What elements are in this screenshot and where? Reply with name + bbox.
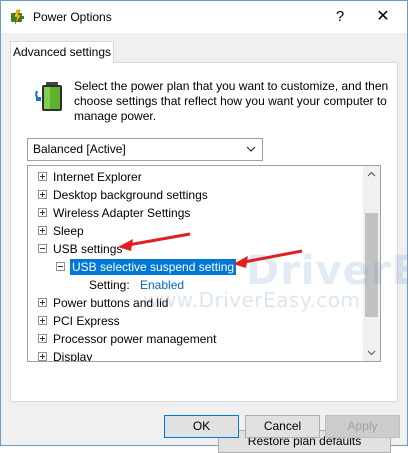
vertical-scrollbar[interactable]	[363, 166, 380, 361]
expand-plus-icon[interactable]	[38, 172, 47, 181]
battery-icon	[35, 82, 62, 111]
power-plan-select[interactable]: Balanced [Active]	[27, 138, 263, 161]
power-options-icon	[11, 9, 24, 25]
scrollbar-thumb[interactable]	[365, 213, 378, 317]
expand-plus-icon[interactable]	[38, 352, 47, 361]
help-button[interactable]: ?	[328, 5, 352, 29]
tree-item-label: Display	[53, 350, 93, 362]
setting-label: Setting:	[89, 278, 130, 292]
scroll-up-arrow-icon[interactable]	[363, 166, 380, 183]
tree-item-power-buttons[interactable]: Power buttons and lid	[28, 294, 362, 312]
apply-button: Apply	[325, 415, 400, 438]
tree-item-desktop-background[interactable]: Desktop background settings	[28, 186, 362, 204]
ok-button[interactable]: OK	[164, 415, 239, 438]
tree-item-label: Internet Explorer	[53, 170, 142, 184]
expand-plus-icon[interactable]	[38, 190, 47, 199]
expand-plus-icon[interactable]	[38, 316, 47, 325]
close-button[interactable]: ✕	[369, 5, 397, 29]
advanced-settings-panel: Select the power plan that you want to c…	[10, 62, 398, 453]
tree-item-display[interactable]: Display	[28, 348, 362, 362]
plan-description: Select the power plan that you want to c…	[74, 79, 389, 123]
tree-item-processor-power[interactable]: Processor power management	[28, 330, 362, 348]
collapse-minus-icon[interactable]	[56, 262, 65, 271]
tree-item-internet-explorer[interactable]: Internet Explorer	[28, 168, 362, 186]
expand-plus-icon[interactable]	[38, 298, 47, 307]
settings-tree[interactable]: Internet Explorer Desktop background set…	[27, 165, 381, 362]
power-options-dialog: Power Options ? ✕ Advanced settings Sele…	[0, 0, 408, 453]
tree-item-label: PCI Express	[53, 314, 120, 328]
tree-item-sleep[interactable]: Sleep	[28, 222, 362, 240]
tree-item-usb-selective-suspend[interactable]: USB selective suspend setting	[28, 258, 362, 276]
tree-item-wireless-adapter[interactable]: Wireless Adapter Settings	[28, 204, 362, 222]
tree-item-usb-settings[interactable]: USB settings	[28, 240, 362, 258]
expand-plus-icon[interactable]	[38, 334, 47, 343]
tree-item-label: Power buttons and lid	[53, 296, 169, 310]
cancel-button[interactable]: Cancel	[245, 415, 320, 438]
expand-plus-icon[interactable]	[38, 226, 47, 235]
tree-item-pci-express[interactable]: PCI Express	[28, 312, 362, 330]
expand-plus-icon[interactable]	[38, 208, 47, 217]
tree-item-label: Sleep	[53, 224, 84, 238]
tree-item-label: Desktop background settings	[53, 188, 208, 202]
tree-item-label: USB settings	[53, 242, 123, 256]
tree-item-label: Wireless Adapter Settings	[53, 206, 191, 220]
setting-value-link[interactable]: Enabled	[140, 278, 184, 292]
collapse-minus-icon[interactable]	[38, 244, 47, 253]
power-plan-select-value: Balanced [Active]	[33, 142, 126, 156]
tab-advanced-settings[interactable]: Advanced settings	[10, 41, 114, 63]
tree-item-setting: Setting: Enabled	[28, 276, 362, 294]
scroll-down-arrow-icon[interactable]	[363, 344, 380, 361]
tree-item-label-selected: USB selective suspend setting	[70, 259, 237, 275]
chevron-down-icon	[246, 146, 256, 152]
tree-item-label: Processor power management	[53, 332, 217, 346]
title-bar: Power Options ? ✕	[1, 1, 407, 33]
window-title: Power Options	[33, 10, 112, 24]
